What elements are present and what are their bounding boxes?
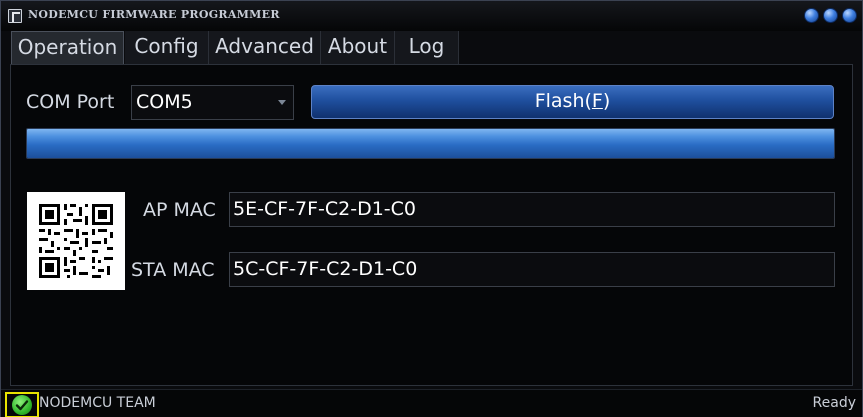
ap-mac-field[interactable]: 5E-CF-7F-C2-D1-C0 — [229, 192, 835, 227]
progress-fill — [27, 129, 834, 158]
sta-mac-field[interactable]: 5C-CF-7F-C2-D1-C0 — [229, 252, 835, 287]
com-port-label: COM Port — [26, 91, 115, 113]
status-ok-indicator — [5, 392, 39, 417]
status-bar: NODEMCU TEAM Ready — [1, 389, 862, 417]
tab-advanced[interactable]: Advanced — [209, 31, 321, 64]
flash-progress-bar — [26, 128, 835, 159]
com-port-value: COM5 — [136, 91, 193, 113]
sta-mac-value: 5C-CF-7F-C2-D1-C0 — [233, 258, 418, 280]
window-title: NODEMCU FIRMWARE PROGRAMMER — [28, 8, 280, 21]
tab-about[interactable]: About — [321, 31, 395, 64]
check-mark-icon — [15, 400, 29, 411]
qr-code-icon — [27, 192, 125, 290]
com-port-select[interactable]: COM5 — [131, 85, 294, 120]
minimize-button[interactable] — [804, 8, 819, 23]
app-window: NODEMCU FIRMWARE PROGRAMMER Operation Co… — [0, 0, 863, 417]
tab-log[interactable]: Log — [395, 31, 459, 64]
ap-mac-label: AP MAC — [143, 199, 216, 221]
chevron-down-icon — [278, 100, 286, 105]
title-bar: NODEMCU FIRMWARE PROGRAMMER — [1, 1, 862, 31]
app-icon — [8, 9, 22, 23]
flash-button-mnemonic: F — [591, 90, 603, 112]
ap-mac-value: 5E-CF-7F-C2-D1-C0 — [233, 198, 417, 220]
status-team-text: NODEMCU TEAM — [39, 395, 156, 411]
flash-button[interactable]: Flash(F) — [311, 85, 834, 119]
qr-code — [27, 192, 125, 290]
status-ready-text: Ready — [812, 395, 856, 411]
tab-bar: Operation Config Advanced About Log — [11, 31, 461, 65]
flash-button-label: Flash( — [534, 90, 592, 112]
close-button[interactable] — [842, 8, 857, 23]
tab-config[interactable]: Config — [125, 31, 209, 64]
maximize-button[interactable] — [823, 8, 838, 23]
check-circle-icon — [12, 395, 32, 415]
sta-mac-label: STA MAC — [131, 259, 215, 281]
flash-button-suffix: ) — [602, 90, 611, 112]
tab-operation[interactable]: Operation — [11, 31, 124, 65]
